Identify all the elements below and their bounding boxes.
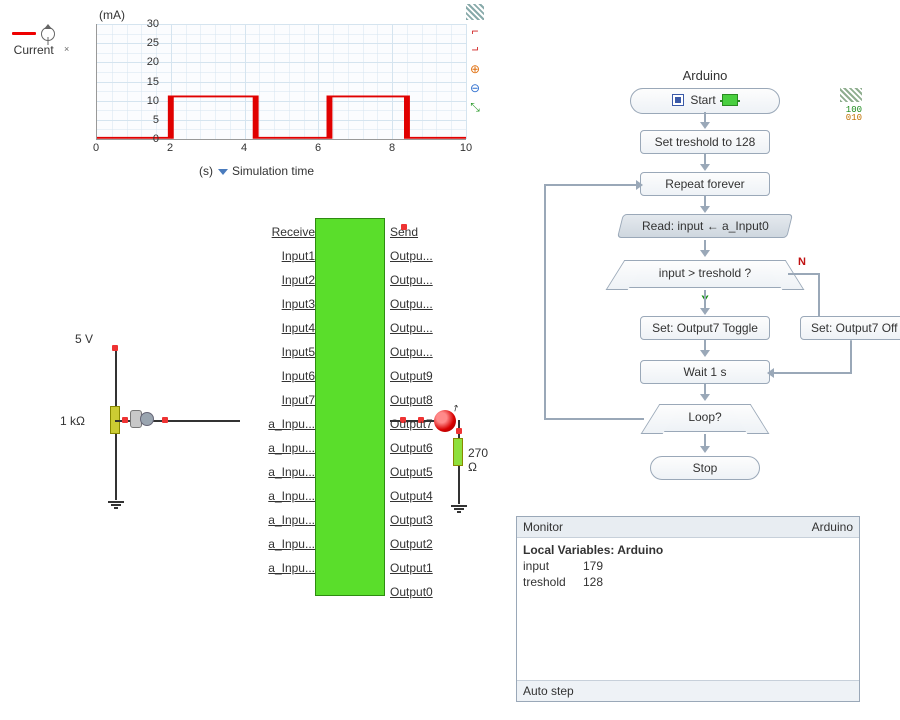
monitor-title: Monitor xyxy=(523,520,563,534)
legend-label: Current xyxy=(12,43,55,57)
arrow-left-icon xyxy=(767,368,774,378)
resistor-input-label: 1 kΩ xyxy=(60,414,85,428)
x-axis-unit: (s) xyxy=(199,164,213,178)
legend-swatch xyxy=(12,32,36,35)
ground-icon xyxy=(108,500,124,512)
flow-wait[interactable]: Wait 1 s xyxy=(640,360,770,384)
flowchart-title: Arduino xyxy=(520,64,890,87)
chart-tool-strip: ⌐ ⌐ ⊕ ⊖ ⤡ xyxy=(466,4,486,118)
monitor-subtitle: Arduino xyxy=(812,520,853,534)
flow-toggle[interactable]: Set: Output7 Toggle xyxy=(640,316,770,340)
tool-corner2-icon[interactable]: ⌐ xyxy=(466,42,484,58)
x-axis-title[interactable]: Simulation time xyxy=(214,164,314,178)
tool-corner-icon[interactable]: ⌐ xyxy=(466,23,484,39)
potentiometer[interactable] xyxy=(130,410,156,430)
flow-read: Read: input ← a_Input0 xyxy=(617,214,793,238)
variable-row: input179 xyxy=(523,558,853,574)
tool-hatch-icon[interactable] xyxy=(466,4,484,20)
flow-off[interactable]: Set: Output7 Off xyxy=(800,316,900,340)
flow-stop[interactable]: Stop xyxy=(650,456,760,480)
run-icon[interactable] xyxy=(672,94,684,106)
resistor-led-label: 270 Ω xyxy=(468,446,490,474)
microcontroller-block xyxy=(315,218,385,596)
oscilloscope-chart: (mA) × Current 30 25 20 15 10 5 0 0 2 4 … xyxy=(4,4,534,184)
flow-loop[interactable]: Loop? xyxy=(660,404,750,432)
flow-set-threshold[interactable]: Set treshold to 128 xyxy=(640,130,770,154)
monitor-footer[interactable]: Auto step xyxy=(517,680,859,701)
axis-dropdown-icon[interactable] xyxy=(218,169,228,175)
branch-no: N xyxy=(798,256,806,268)
chip-header-receive: Receive xyxy=(272,225,315,239)
flow-condition[interactable]: input > treshold ? xyxy=(625,260,785,288)
y-axis-unit: (mA) xyxy=(99,8,125,22)
flow-start-block[interactable]: Start xyxy=(630,88,780,114)
circuit-schematic: 5 V 1 kΩ 270 Ω ↗ Receive Send Input1 Inp… xyxy=(60,210,490,610)
binary-digits: 100010 xyxy=(846,106,862,122)
monitor-section: Local Variables: Arduino xyxy=(523,543,663,557)
current-source-icon xyxy=(41,27,55,41)
monitor-panel: Monitor Arduino Local Variables: Arduino… xyxy=(516,516,860,702)
tool-zoom-in-icon[interactable]: ⊕ xyxy=(466,61,484,77)
variable-row: treshold128 xyxy=(523,574,853,590)
chip-icon xyxy=(722,94,738,106)
flowchart-panel: Arduino Start 100010 Set treshold to 128… xyxy=(520,64,890,514)
flow-hatch-icon[interactable] xyxy=(840,88,862,102)
tool-zoom-out-icon[interactable]: ⊖ xyxy=(466,80,484,96)
tool-fit-icon[interactable]: ⤡ xyxy=(466,99,484,115)
chart-legend: × Current xyxy=(12,26,55,57)
flow-repeat[interactable]: Repeat forever xyxy=(640,172,770,196)
arrow-right-icon xyxy=(636,180,643,190)
voltage-source-label: 5 V xyxy=(75,332,93,346)
